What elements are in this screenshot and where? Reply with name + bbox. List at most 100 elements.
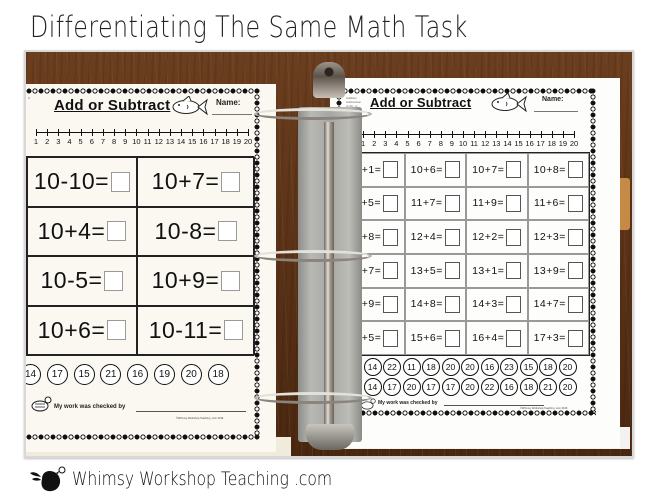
answer-choice[interactable]: 16 (480, 358, 499, 376)
answer-box[interactable] (506, 161, 522, 179)
number-line-label: 3 (383, 139, 388, 148)
answer-box[interactable] (567, 329, 583, 347)
answer-box[interactable] (506, 295, 522, 313)
answer-choice[interactable]: 15 (519, 358, 538, 376)
problem-cell: 13+9= (527, 254, 589, 288)
problem-cell: 13+5= (404, 254, 466, 288)
answer-choice[interactable]: 22 (480, 378, 499, 396)
name-line[interactable] (212, 114, 252, 115)
answer-box[interactable] (506, 194, 521, 212)
answer-choice[interactable]: 15 (73, 364, 95, 385)
answer-box[interactable] (224, 320, 244, 341)
name-label: Name: (542, 96, 564, 103)
answer-box[interactable] (104, 270, 124, 291)
answer-choice[interactable]: 16 (127, 364, 149, 385)
number-line-label: 6 (416, 139, 421, 148)
problem-cell: 10+6= (404, 153, 466, 187)
answer-choice[interactable]: 17 (46, 364, 68, 385)
answer-choice[interactable]: 22 (383, 358, 401, 376)
answer-box[interactable] (506, 329, 522, 347)
answer-choice[interactable]: 18 (422, 358, 440, 376)
answer-box[interactable] (383, 329, 399, 347)
answer-choice[interactable]: 18 (519, 378, 538, 396)
problem-cell: 11+6= (527, 186, 589, 221)
answer-box[interactable] (567, 262, 583, 280)
answer-box[interactable] (107, 320, 127, 341)
answer-choice[interactable]: 20 (461, 378, 479, 396)
answer-box[interactable] (383, 228, 399, 246)
binder-lever-top[interactable] (313, 62, 345, 98)
answer-box[interactable] (444, 262, 460, 280)
answer-choice[interactable]: 20 (441, 358, 460, 376)
answer-box[interactable] (444, 161, 460, 179)
number-line: 1 2 3 4 5 6 7 8 9 10 11 12 13 14 15 16 17 18 19 20 (34, 128, 252, 146)
worksheet-title: Add or Subtract (370, 95, 472, 110)
answer-box[interactable] (383, 194, 398, 212)
answer-choice[interactable]: 20 (461, 358, 479, 376)
answer-box[interactable] (567, 194, 583, 212)
answer-box[interactable] (111, 171, 131, 192)
answer-box[interactable] (218, 221, 238, 242)
answer-choice[interactable]: 17 (422, 378, 440, 396)
answer-choice[interactable]: 14 (363, 358, 382, 376)
worksheet-title: Add or Subtract (54, 97, 171, 114)
problem-cell: 10-11= (137, 305, 255, 355)
answer-box[interactable] (383, 295, 399, 313)
answer-box[interactable] (444, 194, 460, 212)
name-line[interactable] (534, 111, 578, 112)
equation: 10+7= (151, 168, 220, 195)
number-line-label: 10 (458, 139, 468, 148)
equation: 10+4= (37, 217, 106, 244)
number-line-tick (496, 131, 498, 138)
answer-box[interactable] (567, 161, 583, 179)
answer-choice[interactable]: 20 (558, 358, 577, 376)
answer-box[interactable] (444, 295, 460, 313)
answer-choice[interactable]: 14 (363, 378, 382, 396)
right-worksheet: Addition Subtraction to 20 - C Add or Su… (330, 78, 620, 448)
number-line-label: 18 (221, 137, 230, 146)
problem-cell: 11+7= (404, 186, 466, 221)
answer-choice[interactable]: 17 (441, 378, 460, 396)
equation: 10+7= (472, 163, 505, 176)
answer-choice[interactable]: 20 (180, 364, 202, 385)
number-line-label: 10 (132, 137, 141, 146)
answer-box[interactable] (506, 228, 522, 246)
answer-choice[interactable]: 18 (539, 358, 557, 376)
number-line-label: 18 (547, 139, 556, 148)
answer-choice[interactable]: 18 (207, 364, 229, 385)
answer-choice[interactable]: 20 (402, 378, 421, 396)
answer-choice[interactable]: 23 (500, 358, 518, 376)
number-line: 01234567891011121314151617181920 (350, 130, 578, 148)
answer-box[interactable] (383, 161, 399, 179)
number-line-axis (36, 132, 248, 134)
answer-box[interactable] (567, 228, 583, 246)
equation: 10+9= (151, 267, 220, 294)
answer-box[interactable] (444, 228, 460, 246)
answer-box[interactable] (107, 221, 127, 242)
answer-choice[interactable]: 11 (402, 358, 421, 376)
answer-choice[interactable]: 16 (500, 378, 518, 396)
number-line-label: 5 (405, 139, 410, 148)
number-line-tick (562, 131, 564, 138)
answer-choice[interactable]: 21 (539, 378, 557, 396)
checked-by-line[interactable] (444, 405, 544, 406)
answer-box[interactable] (383, 262, 399, 280)
problem-cell: 15+6= (404, 321, 466, 355)
answer-box[interactable] (506, 262, 522, 280)
left-worksheet: A Add or Subtract Name: 1 2 3 4 5 6 7 8 9 10 11 12 1… (26, 84, 276, 452)
binder-lever-bottom[interactable] (306, 424, 354, 450)
number-line-label: 7 (427, 139, 432, 148)
number-line-label: 2 (45, 137, 50, 146)
answer-box[interactable] (567, 295, 583, 313)
number-line-tick (214, 129, 216, 136)
number-line-label: 14 (176, 137, 186, 146)
answer-choice[interactable]: 20 (558, 378, 577, 396)
checked-by-line[interactable] (136, 411, 246, 412)
answer-choice[interactable]: 17 (383, 378, 401, 396)
answer-box[interactable] (444, 329, 460, 347)
answer-box[interactable] (221, 171, 241, 192)
answer-box[interactable] (221, 270, 241, 291)
answer-choice[interactable]: 14 (26, 364, 41, 385)
answer-choice[interactable]: 21 (100, 364, 122, 385)
answer-choice[interactable]: 19 (153, 364, 175, 385)
